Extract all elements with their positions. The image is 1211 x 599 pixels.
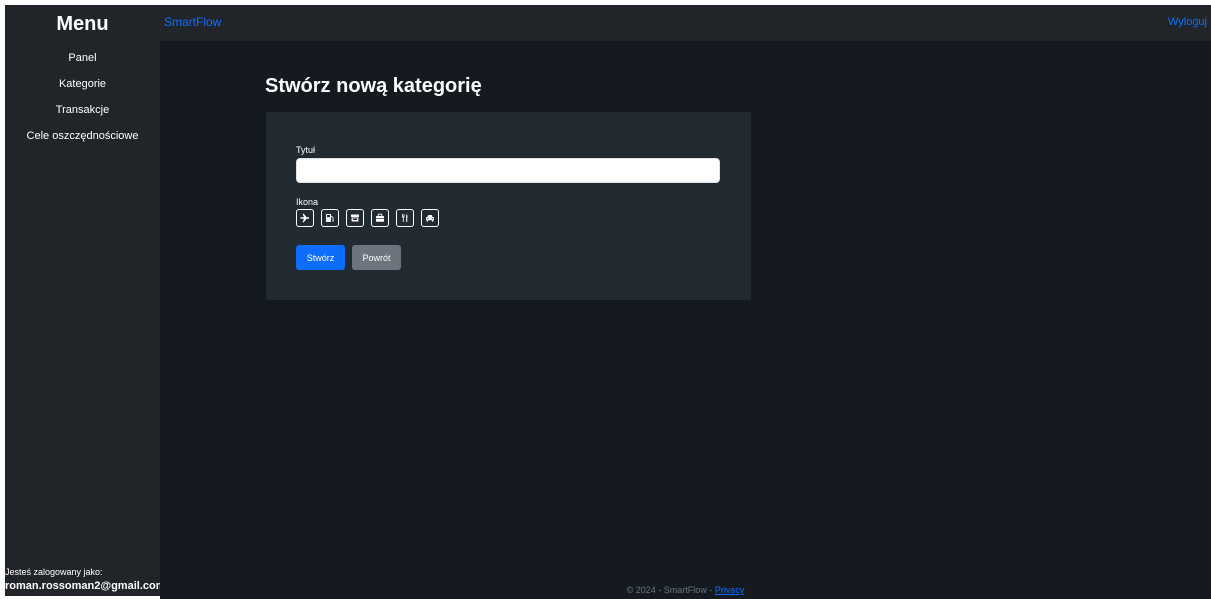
sidebar-title: Menu (56, 13, 109, 35)
privacy-link[interactable]: Privacy (715, 585, 745, 595)
utensils-icon[interactable] (396, 209, 414, 227)
sidebar: Menu Panel Kategorie Transakcje Cele osz… (5, 5, 166, 596)
footer-copyright: © 2024 - SmartFlow - (626, 585, 715, 595)
icon-picker (296, 209, 439, 227)
sidebar-item-transakcje[interactable]: Transakcje (5, 101, 160, 127)
plane-icon[interactable] (296, 209, 314, 227)
main-content: Stwórz nową kategorię Tytuł Ikona Stwórz… (160, 41, 1211, 599)
create-category-form: Tytuł Ikona Stwórz Powrót (266, 112, 751, 300)
sidebar-item-cele-oszczednosciowe[interactable]: Cele oszczędnościowe (5, 127, 160, 153)
sidebar-nav: Panel Kategorie Transakcje Cele oszczędn… (5, 49, 160, 153)
store-icon[interactable] (346, 209, 364, 227)
logout-link[interactable]: Wyloguj (1168, 16, 1207, 28)
car-icon[interactable] (421, 209, 439, 227)
page-title: Stwórz nową kategorię (265, 75, 482, 97)
brand-link[interactable]: SmartFlow (164, 15, 221, 29)
create-button[interactable]: Stwórz (296, 245, 345, 270)
title-label: Tytuł (296, 145, 316, 155)
footer: © 2024 - SmartFlow - Privacy (160, 585, 1211, 595)
icon-label: Ikona (296, 197, 319, 207)
user-info: Jesteś zalogowany jako: roman.rossoman2@… (5, 567, 166, 592)
top-navbar: SmartFlow Wyloguj (160, 5, 1211, 41)
user-email: roman.rossoman2@gmail.com (5, 580, 166, 592)
sidebar-item-panel[interactable]: Panel (5, 49, 160, 75)
back-button[interactable]: Powrót (352, 245, 401, 270)
sidebar-item-kategorie[interactable]: Kategorie (5, 75, 160, 101)
gas-pump-icon[interactable] (321, 209, 339, 227)
title-input[interactable] (296, 158, 720, 183)
logged-in-label: Jesteś zalogowany jako: (5, 567, 103, 577)
app-frame: Menu Panel Kategorie Transakcje Cele osz… (0, 0, 1211, 599)
briefcase-icon[interactable] (371, 209, 389, 227)
